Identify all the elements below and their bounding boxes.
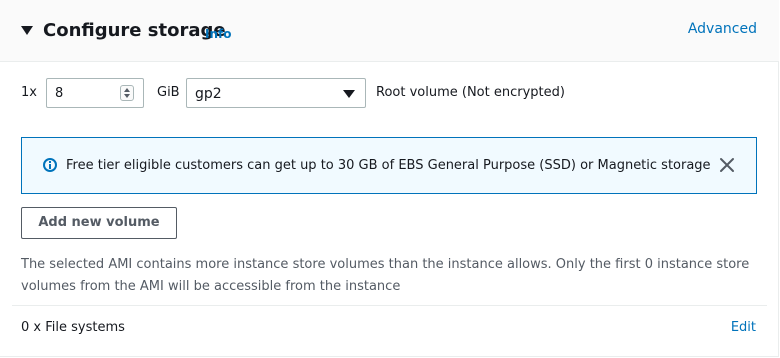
dropdown-arrow-icon	[343, 90, 355, 98]
add-new-volume-button[interactable]: Add new volume	[21, 207, 177, 239]
alert-message: Free tier eligible customers can get up …	[66, 158, 711, 173]
section-divider	[12, 305, 767, 306]
close-icon[interactable]	[718, 156, 736, 174]
root-volume-description: Root volume (Not encrypted)	[376, 85, 565, 100]
free-tier-info-alert: Free tier eligible customers can get up …	[21, 137, 757, 194]
size-stepper-icon[interactable]	[120, 85, 134, 101]
info-link[interactable]: Info	[205, 27, 231, 41]
stepper-up-icon[interactable]	[124, 88, 130, 92]
section-title: Configure storage	[43, 20, 226, 41]
volume-size-unit: GiB	[157, 85, 180, 100]
instance-store-note: The selected AMI contains more instance …	[21, 257, 750, 294]
volume-type-value: gp2	[195, 86, 222, 102]
panel-header: Configure storage Info Advanced	[0, 0, 779, 62]
advanced-link[interactable]: Advanced	[688, 21, 757, 37]
info-circle-icon	[43, 158, 57, 172]
volume-quantity-label: 1x	[21, 85, 37, 100]
volume-type-select[interactable]: gp2	[186, 78, 366, 108]
file-systems-edit-link[interactable]: Edit	[731, 320, 756, 335]
file-systems-label: 0 x File systems	[21, 320, 125, 335]
configure-storage-panel: Configure storage Info Advanced 1x 8 GiB…	[0, 0, 779, 357]
volume-size-value: 8	[55, 86, 64, 101]
volume-size-input[interactable]: 8	[46, 78, 144, 108]
collapse-caret-icon[interactable]	[21, 26, 33, 35]
stepper-down-icon[interactable]	[124, 94, 130, 98]
